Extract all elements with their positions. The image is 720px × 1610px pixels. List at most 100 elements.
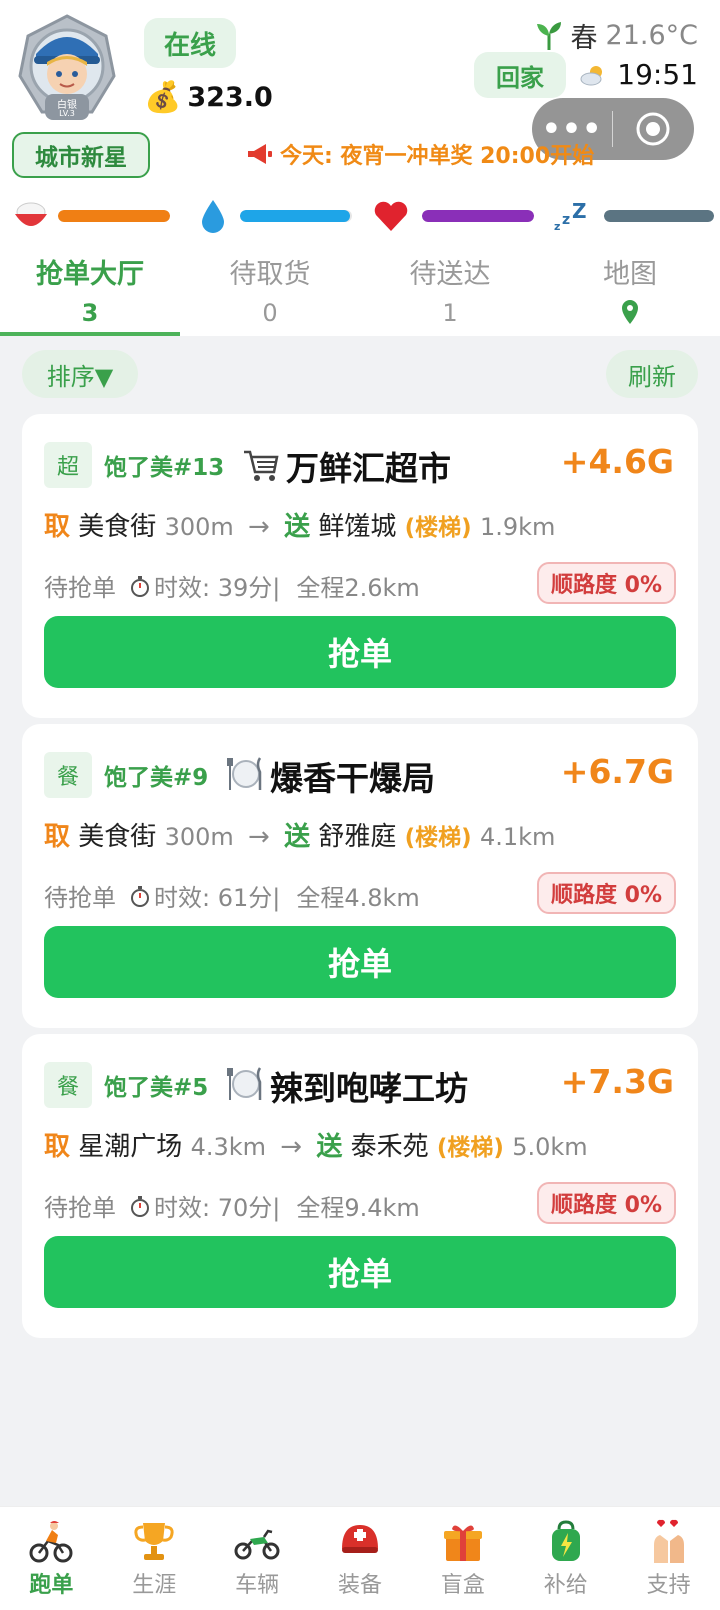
energy-bar-fill xyxy=(604,210,714,222)
grab-order-button[interactable]: 抢单 xyxy=(44,926,676,998)
dropoff-place: 舒雅庭 xyxy=(318,822,397,852)
health-bar-fill xyxy=(422,210,534,222)
pickup-place: 星潮广场 xyxy=(78,1132,183,1162)
nav-item-blindbox[interactable]: 盲盒 xyxy=(411,1507,514,1610)
nav-label: 装备 xyxy=(338,1573,383,1598)
announcement[interactable]: 今天: 夜宵一冲单奖 20:00开始 xyxy=(246,138,594,170)
status-bars: z z Z xyxy=(0,196,720,236)
tab-count: 1 xyxy=(442,299,458,327)
dining-icon xyxy=(227,757,262,790)
heart-icon xyxy=(374,201,408,231)
motorcycle-icon xyxy=(234,1529,280,1560)
nav-item-supply[interactable]: 补给 xyxy=(514,1507,617,1610)
time-label: 19:51 xyxy=(617,58,698,91)
sleep-icon: z z Z xyxy=(554,199,587,233)
stopwatch-icon xyxy=(131,575,149,597)
dropoff-place: 鲜馐城 xyxy=(318,512,397,542)
tab-count: 3 xyxy=(81,299,99,327)
order-state: 待抢单 xyxy=(44,1194,116,1222)
pickup-label: 取 xyxy=(44,1132,71,1162)
stopwatch-icon xyxy=(131,885,149,907)
grab-order-button[interactable]: 抢单 xyxy=(44,1236,676,1308)
money-value: 323.0 xyxy=(187,82,273,113)
grab-order-button[interactable]: 抢单 xyxy=(44,616,676,688)
time-limit: 时效: 39分| xyxy=(154,574,281,602)
sort-button[interactable]: 排序▼ xyxy=(22,350,138,398)
health-bar xyxy=(372,196,534,236)
total-distance: 全程9.4km xyxy=(296,1194,420,1222)
thirst-bar xyxy=(194,196,354,236)
dropoff-distance: 5.0km xyxy=(512,1133,588,1161)
order-meta: 待抢单 时效: 70分| 全程9.4km xyxy=(44,1188,420,1223)
backpack-icon xyxy=(551,1520,580,1561)
dropoff-place: 泰禾苑 xyxy=(350,1132,429,1162)
weather-season: 春 21.6°C xyxy=(535,16,698,55)
partly-cloudy-icon xyxy=(580,65,603,85)
hunger-bar-fill xyxy=(58,210,170,222)
online-status-badge[interactable]: 在线 xyxy=(144,18,236,68)
time-limit: 时效: 61分| xyxy=(154,884,281,912)
tab-count: 0 xyxy=(262,299,278,327)
order-type-tag: 餐 xyxy=(44,752,92,798)
tab-label: 待送达 xyxy=(409,259,491,290)
total-distance: 全程2.6km xyxy=(296,574,420,602)
close-miniprogram-button[interactable] xyxy=(613,111,693,147)
store-number: 饱了美#5 xyxy=(104,1075,209,1101)
route-match-badge: 顺路度 0% xyxy=(536,872,676,914)
tab-label: 地图 xyxy=(603,259,657,290)
bottom-nav: 跑单 生涯 车辆 装备 盲盒 补给 支持 xyxy=(0,1506,720,1610)
reward-amount: +4.6G xyxy=(560,442,674,481)
nav-item-run[interactable]: 跑单 xyxy=(0,1507,103,1610)
order-state: 待抢单 xyxy=(44,884,116,912)
map-pin-icon xyxy=(622,300,638,324)
tab-bar: 抢单大厅 3 待取货 0 待送达 1 地图 xyxy=(0,240,720,336)
avatar[interactable]: 白银 LV.3 xyxy=(14,14,120,124)
rice-bowl-icon xyxy=(15,202,47,226)
store-number: 饱了美#9 xyxy=(104,765,209,791)
nav-item-career[interactable]: 生涯 xyxy=(103,1507,206,1610)
shop-name: 万鲜汇超市 xyxy=(286,449,451,488)
announcement-text: 今天: 夜宵一冲单奖 20:00开始 xyxy=(280,144,595,169)
pickup-label: 取 xyxy=(44,512,71,542)
nav-label: 支持 xyxy=(646,1573,691,1598)
pickup-distance: 300m xyxy=(164,823,234,851)
nav-label: 补给 xyxy=(543,1573,588,1598)
money-bag-icon: 💰 xyxy=(144,80,182,115)
player-title-badge[interactable]: 城市新星 xyxy=(12,132,150,178)
temperature-label: 21.6°C xyxy=(605,20,698,51)
refresh-button[interactable]: 刷新 xyxy=(606,350,698,398)
tab-order-hall[interactable]: 抢单大厅 3 xyxy=(0,240,180,336)
route-arrow: → xyxy=(248,822,270,852)
nav-item-support[interactable]: 支持 xyxy=(617,1507,720,1610)
nav-label: 生涯 xyxy=(132,1573,177,1598)
target-close-icon xyxy=(636,112,670,146)
pickup-distance: 4.3km xyxy=(190,1133,267,1161)
dropoff-distance: 4.1km xyxy=(479,823,556,851)
reward-amount: +6.7G xyxy=(560,752,674,791)
stopwatch-icon xyxy=(131,1195,149,1217)
season-label: 春 xyxy=(570,23,598,54)
route-arrow: → xyxy=(248,512,270,542)
tab-pending-pickup[interactable]: 待取货 0 xyxy=(180,240,360,336)
route-info: 取 星潮广场 4.3km → 送 泰禾苑 (楼梯) 5.0km xyxy=(44,1126,588,1163)
tab-label: 抢单大厅 xyxy=(36,259,144,290)
home-button[interactable]: 回家 xyxy=(474,52,566,98)
route-match-badge: 顺路度 0% xyxy=(536,1182,676,1224)
tab-pending-delivery[interactable]: 待送达 1 xyxy=(360,240,540,336)
nav-item-vehicle[interactable]: 车辆 xyxy=(206,1507,309,1610)
dropoff-label: 送 xyxy=(284,822,311,852)
avatar-level-label: LV.3 xyxy=(59,109,75,118)
order-card[interactable]: 餐 饱了美#5 辣到咆哮工坊 +7.3G 取 星潮广场 4.3km → 送 泰禾… xyxy=(22,1034,698,1338)
tab-map[interactable]: 地图 xyxy=(540,240,720,336)
pickup-label: 取 xyxy=(44,822,71,852)
shop-name: 爆香干爆局 xyxy=(270,759,435,798)
nav-label: 跑单 xyxy=(29,1573,74,1598)
pickup-place: 美食街 xyxy=(78,512,157,542)
order-card[interactable]: 餐 饱了美#9 爆香干爆局 +6.7G 取 美食街 300m → 送 舒雅庭 (… xyxy=(22,724,698,1028)
nav-item-equipment[interactable]: 装备 xyxy=(309,1507,412,1610)
stairs-tag: (楼梯) xyxy=(436,1135,504,1161)
route-info: 取 美食街 300m → 送 鲜馐城 (楼梯) 1.9km xyxy=(44,506,555,543)
order-card[interactable]: 超 饱了美#13 万鲜汇超市 +4.6G 取 美食街 300m → 送 鲜馐城 … xyxy=(22,414,698,718)
nav-label: 车辆 xyxy=(235,1573,280,1598)
order-state: 待抢单 xyxy=(44,574,116,602)
